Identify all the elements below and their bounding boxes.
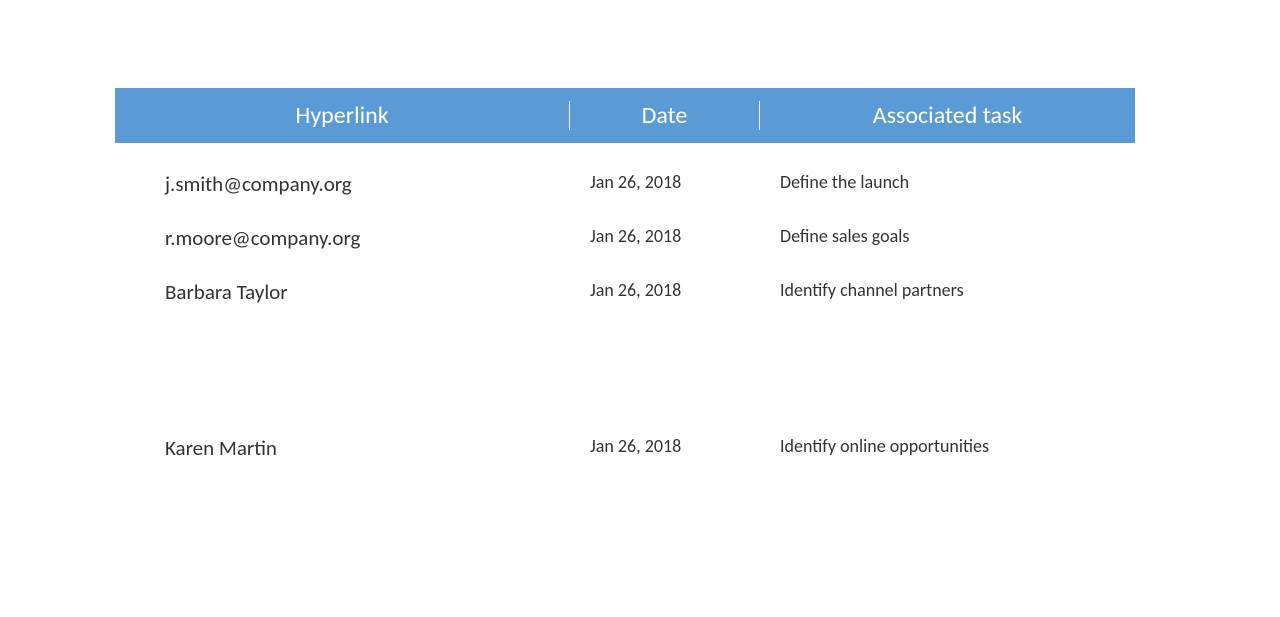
cell-task: Define sales goals [760, 225, 1135, 247]
cell-task: Identify online opportunities [760, 435, 1135, 457]
cell-task: Define the launch [760, 171, 1135, 193]
header-task: Associated task [760, 101, 1135, 130]
table-row: r.moore@company.org Jan 26, 2018 Define … [115, 197, 1135, 251]
table-row: Barbara Taylor Jan 26, 2018 Identify cha… [115, 251, 1135, 305]
cell-date: Jan 26, 2018 [570, 171, 760, 193]
header-hyperlink: Hyperlink [115, 101, 570, 130]
cell-hyperlink[interactable]: Barbara Taylor [115, 279, 570, 305]
cell-hyperlink[interactable]: r.moore@company.org [115, 225, 570, 251]
table-row: Karen Martin Jan 26, 2018 Identify onlin… [115, 305, 1135, 461]
cell-date: Jan 26, 2018 [570, 279, 760, 301]
task-table: Hyperlink Date Associated task j.smith@c… [115, 88, 1135, 461]
cell-date: Jan 26, 2018 [570, 435, 760, 457]
table-header-row: Hyperlink Date Associated task [115, 88, 1135, 143]
header-date: Date [570, 101, 760, 130]
table-row: j.smith@company.org Jan 26, 2018 Define … [115, 143, 1135, 197]
cell-task: Identify channel partners [760, 279, 1135, 301]
cell-hyperlink[interactable]: j.smith@company.org [115, 171, 570, 197]
cell-hyperlink[interactable]: Karen Martin [115, 435, 570, 461]
cell-date: Jan 26, 2018 [570, 225, 760, 247]
